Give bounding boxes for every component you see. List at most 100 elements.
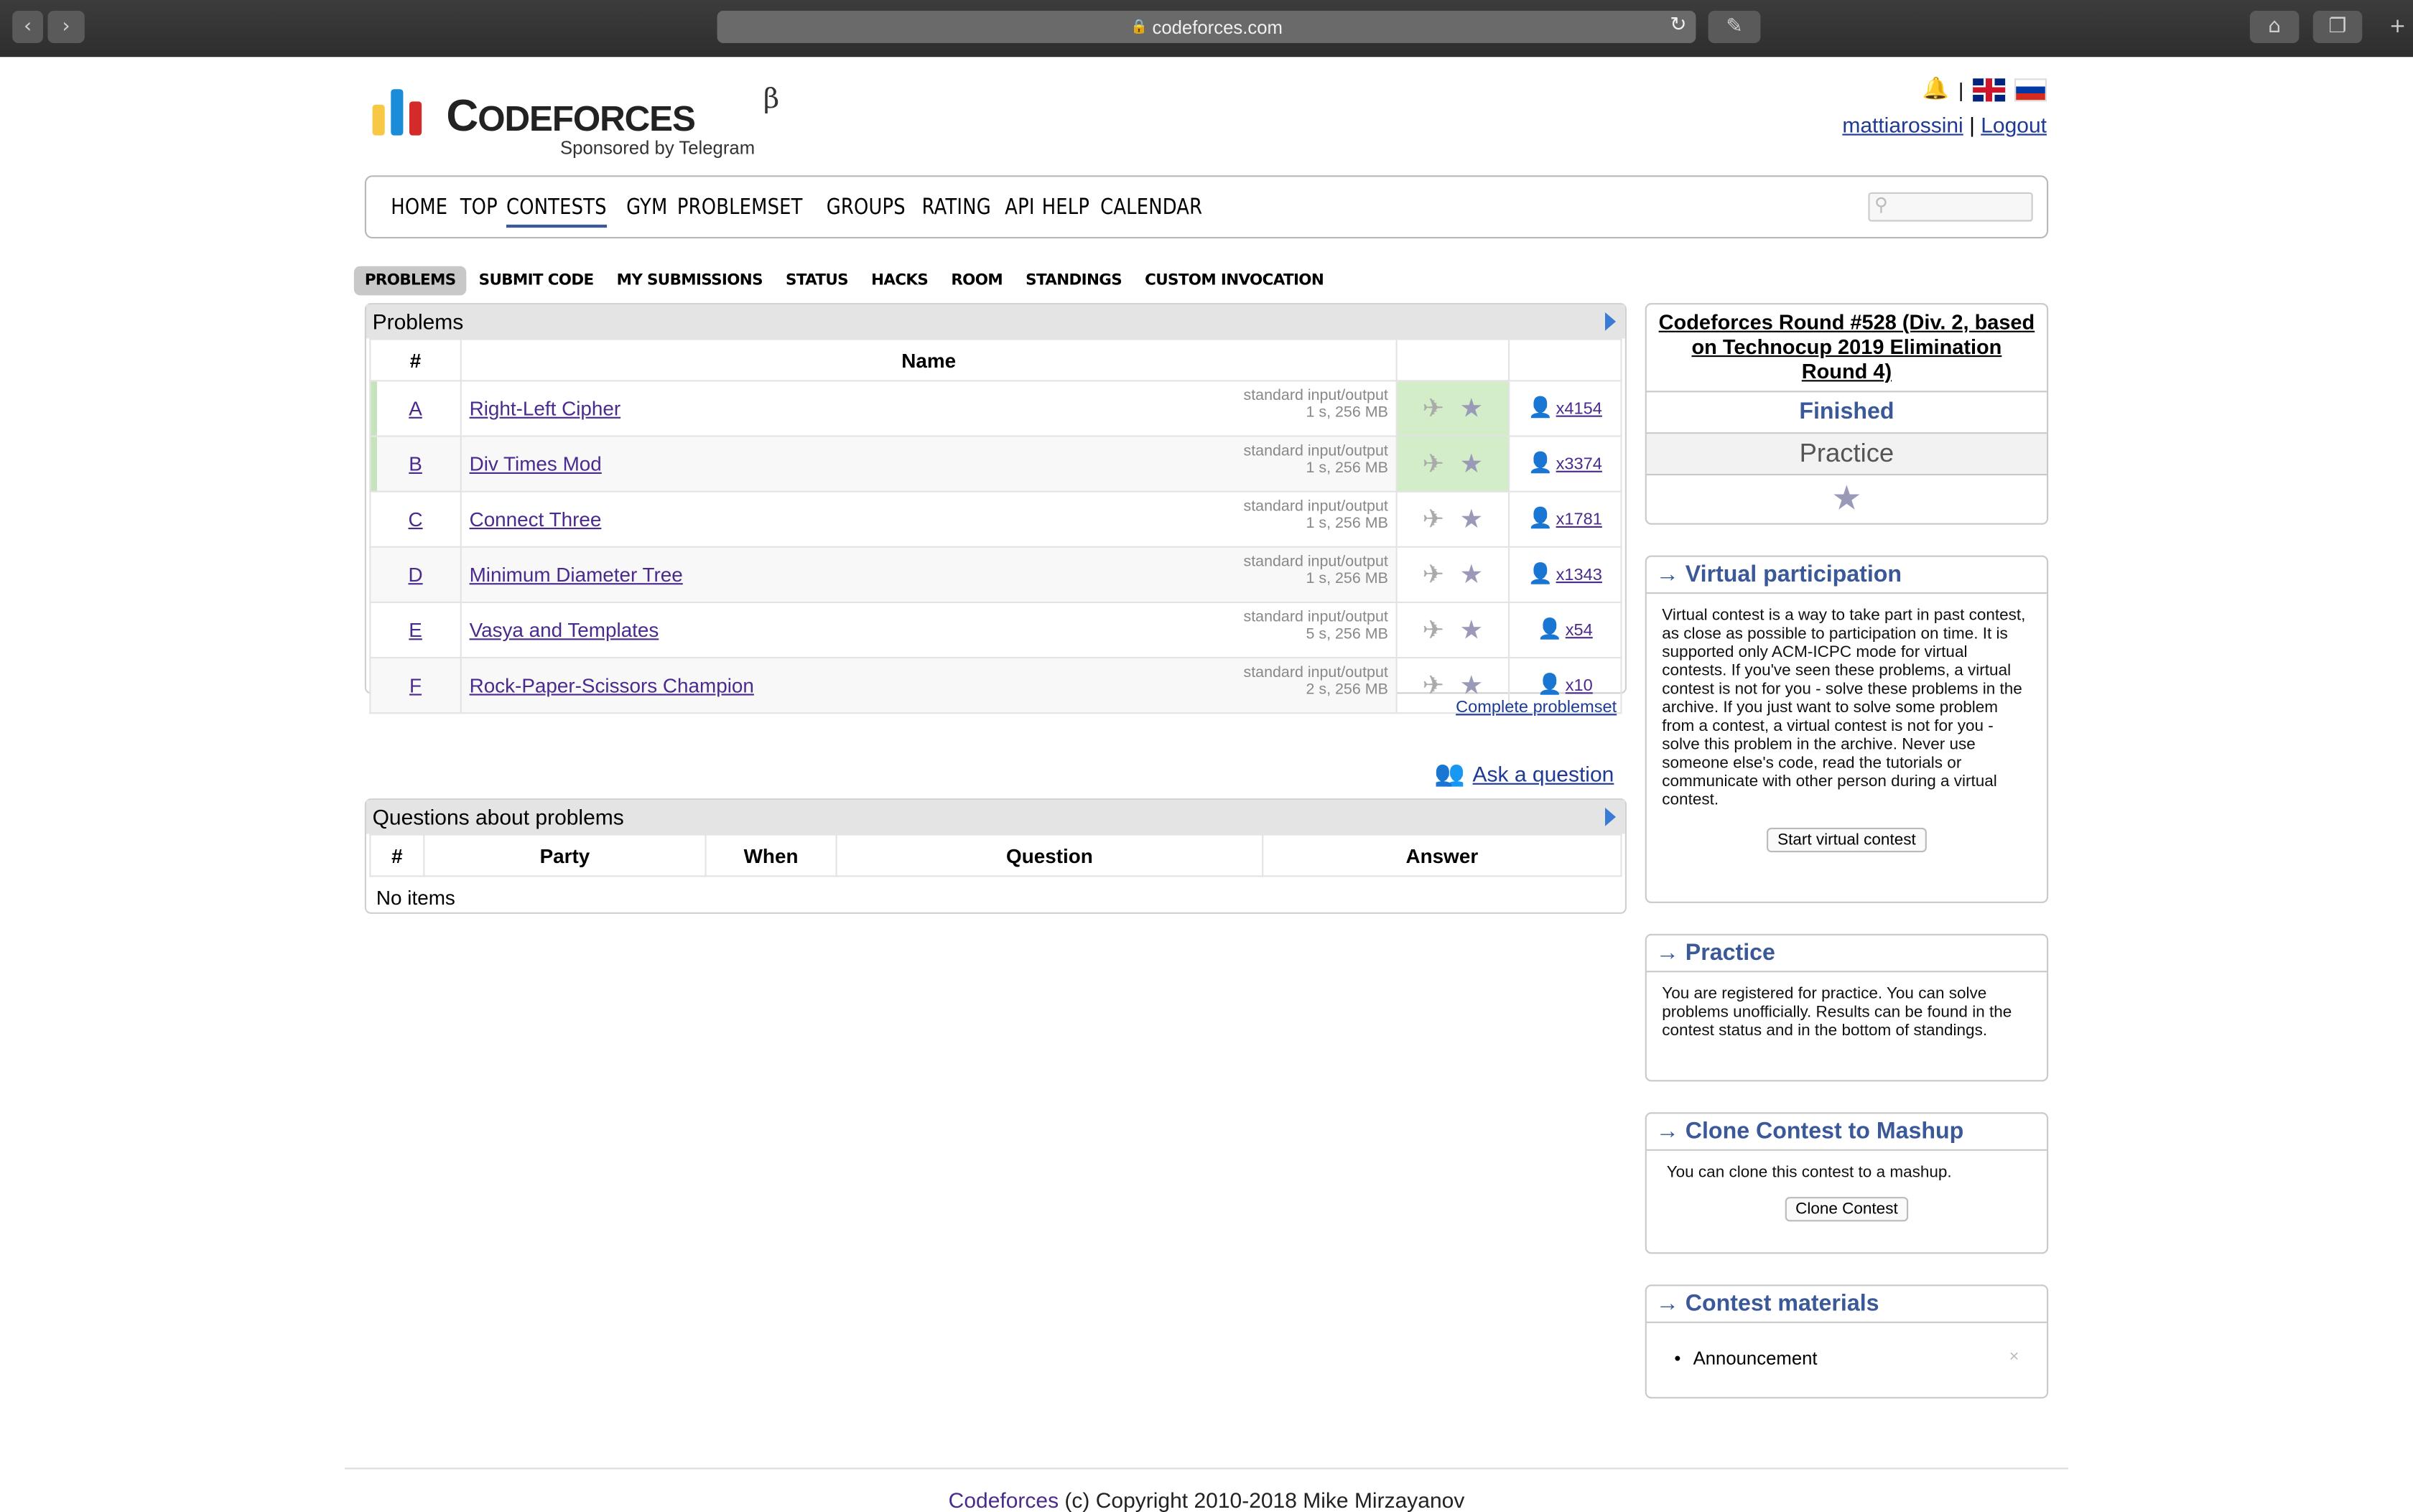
nav-top[interactable]: TOP	[460, 195, 497, 220]
logout-link[interactable]: Logout	[1981, 112, 2047, 136]
tab-hacks[interactable]: HACKS	[860, 266, 939, 296]
close-icon[interactable]: ×	[2009, 1348, 2019, 1366]
contest-materials-title: → Contest materials	[1646, 1286, 2047, 1323]
table-row: C Connect Three standard input/output 1 s…	[369, 490, 1622, 548]
problem-index-link[interactable]: F	[409, 674, 422, 697]
col-answer: Answer	[1262, 834, 1622, 877]
problem-limits: standard input/output 1 s, 256 MB	[1243, 554, 1388, 588]
clone-contest-button[interactable]: Clone Contest	[1785, 1197, 1909, 1222]
solvers-count-link[interactable]: x3374	[1556, 455, 1602, 474]
start-virtual-contest-button[interactable]: Start virtual contest	[1767, 827, 1927, 853]
round-status: Finished	[1646, 392, 2047, 434]
forward-button[interactable]: ›	[47, 11, 85, 43]
table-row: E Vasya and Templates standard input/out…	[369, 601, 1622, 659]
favourite-star-icon[interactable]: ★	[1459, 559, 1483, 590]
tab-standings[interactable]: STANDINGS	[1015, 266, 1133, 296]
ask-question-icon[interactable]: 👥	[1434, 758, 1465, 788]
english-flag-icon[interactable]	[1973, 78, 2006, 101]
problem-limits: standard input/output 1 s, 256 MB	[1243, 443, 1388, 477]
ask-question-link[interactable]: Ask a question	[1473, 762, 1614, 786]
practice-text: You are registered for practice. You can…	[1662, 984, 2012, 1040]
username-link[interactable]: mattiarossini	[1842, 112, 1963, 136]
tabs-button[interactable]: ❐	[2312, 11, 2363, 43]
new-tab-button[interactable]: +	[2382, 11, 2413, 43]
tab-submit-code[interactable]: SUBMIT CODE	[468, 266, 605, 296]
expand-arrow-icon[interactable]	[1605, 808, 1616, 826]
nav-gym[interactable]: GYM	[626, 195, 667, 220]
favourite-star-icon[interactable]: ★	[1459, 449, 1483, 480]
codeforces-logo[interactable]: CODEFORCES β Sponsored by Telegram	[369, 83, 785, 166]
submit-plane-icon[interactable]: ✈	[1423, 615, 1445, 645]
search-icon: ⚲	[1874, 194, 1888, 215]
submit-plane-icon[interactable]: ✈	[1423, 670, 1445, 701]
address-text: codeforces.com	[1152, 16, 1283, 38]
solvers-count-link[interactable]: x1781	[1556, 510, 1602, 529]
solvers-count-link[interactable]: x1343	[1556, 566, 1602, 585]
problem-name-link[interactable]: Div Times Mod	[470, 452, 602, 475]
problem-index-link[interactable]: D	[408, 563, 422, 586]
list-item: • Announcement ×	[1647, 1323, 2047, 1369]
search-input[interactable]: ⚲	[1868, 192, 2033, 222]
favourite-star-icon[interactable]: ★	[1459, 504, 1483, 535]
solvers-count-link[interactable]: x4154	[1556, 400, 1602, 419]
russian-flag-icon[interactable]	[2014, 78, 2047, 101]
problem-name-link[interactable]: Vasya and Templates	[470, 618, 659, 641]
back-button[interactable]: ‹	[12, 11, 43, 43]
main-menu: HOME TOP CONTESTS GYM PROBLEMSET GROUPS …	[364, 175, 2049, 239]
tab-room[interactable]: ROOM	[940, 266, 1013, 296]
problem-index-link[interactable]: C	[408, 508, 422, 531]
problem-name-link[interactable]: Right-Left Cipher	[470, 397, 621, 420]
nav-home[interactable]: HOME	[391, 195, 447, 220]
problem-index-link[interactable]: E	[409, 618, 422, 641]
solvers-count-link[interactable]: x10	[1566, 677, 1593, 696]
clone-contest-text: You can clone this contest to a mashup.	[1666, 1163, 1952, 1182]
submit-plane-icon[interactable]: ✈	[1423, 393, 1445, 424]
problem-index-link[interactable]: B	[409, 452, 422, 475]
nav-rating[interactable]: RATING	[921, 195, 990, 220]
nav-problemset[interactable]: PROBLEMSET	[677, 195, 803, 220]
submit-plane-icon[interactable]: ✈	[1423, 559, 1445, 590]
favourite-star-icon[interactable]: ★	[1647, 475, 2047, 525]
contest-submenu: PROBLEMS SUBMIT CODE MY SUBMISSIONS STAT…	[353, 266, 1336, 296]
table-row: F Rock-Paper-Scissors Champion standard …	[369, 656, 1622, 714]
round-info-box: Codeforces Round #528 (Div. 2, based on …	[1645, 303, 2049, 525]
col-party: Party	[423, 834, 707, 877]
col-actions	[1395, 338, 1510, 382]
problem-name-link[interactable]: Minimum Diameter Tree	[470, 563, 683, 586]
tab-my-submissions[interactable]: MY SUBMISSIONS	[606, 266, 773, 296]
favourite-star-icon[interactable]: ★	[1459, 670, 1483, 701]
separator: |	[1958, 78, 1964, 101]
nav-help[interactable]: HELP	[1043, 195, 1090, 220]
nav-api[interactable]: API	[1005, 195, 1034, 220]
notification-bell-icon[interactable]: 🔔	[1923, 77, 1949, 101]
home-button[interactable]: ⌂	[2249, 11, 2300, 43]
round-title-link[interactable]: Codeforces Round #528 (Div. 2, based on …	[1646, 304, 2047, 393]
round-mode: Practice	[1646, 434, 2047, 476]
tab-custom-invocation[interactable]: CUSTOM INVOCATION	[1134, 266, 1334, 296]
problem-index-link[interactable]: A	[409, 397, 422, 420]
problems-table: # Name A Right-Left Cipher standard inpu…	[369, 338, 1622, 714]
nav-contests[interactable]: CONTESTS	[506, 195, 608, 228]
home-icon: ⌂	[2268, 15, 2281, 39]
tab-problems[interactable]: PROBLEMS	[353, 266, 467, 296]
favourite-star-icon[interactable]: ★	[1459, 393, 1483, 424]
table-row: No items	[370, 876, 1621, 917]
submit-plane-icon[interactable]: ✈	[1423, 504, 1445, 535]
nav-calendar[interactable]: CALENDAR	[1101, 195, 1203, 220]
reload-icon[interactable]: ↻	[1670, 14, 1686, 37]
problem-name-link[interactable]: Rock-Paper-Scissors Champion	[470, 674, 754, 697]
nav-groups[interactable]: GROUPS	[827, 195, 906, 220]
favourite-star-icon[interactable]: ★	[1459, 615, 1483, 645]
complete-problemset-link[interactable]: Complete problemset	[1456, 699, 1617, 717]
submit-plane-icon[interactable]: ✈	[1423, 449, 1445, 480]
expand-arrow-icon[interactable]	[1605, 312, 1616, 331]
user-icon: 👤	[1528, 396, 1553, 420]
announcement-link[interactable]: Announcement	[1693, 1348, 1818, 1369]
problem-name-link[interactable]: Connect Three	[470, 508, 602, 531]
tab-status[interactable]: STATUS	[775, 266, 859, 296]
footer-codeforces-link[interactable]: Codeforces	[949, 1488, 1059, 1512]
reader-button[interactable]: ✎	[1708, 11, 1761, 43]
address-bar[interactable]: 🔒 codeforces.com ↻	[717, 11, 1696, 43]
logo-beta: β	[763, 83, 780, 116]
solvers-count-link[interactable]: x54	[1566, 622, 1593, 640]
